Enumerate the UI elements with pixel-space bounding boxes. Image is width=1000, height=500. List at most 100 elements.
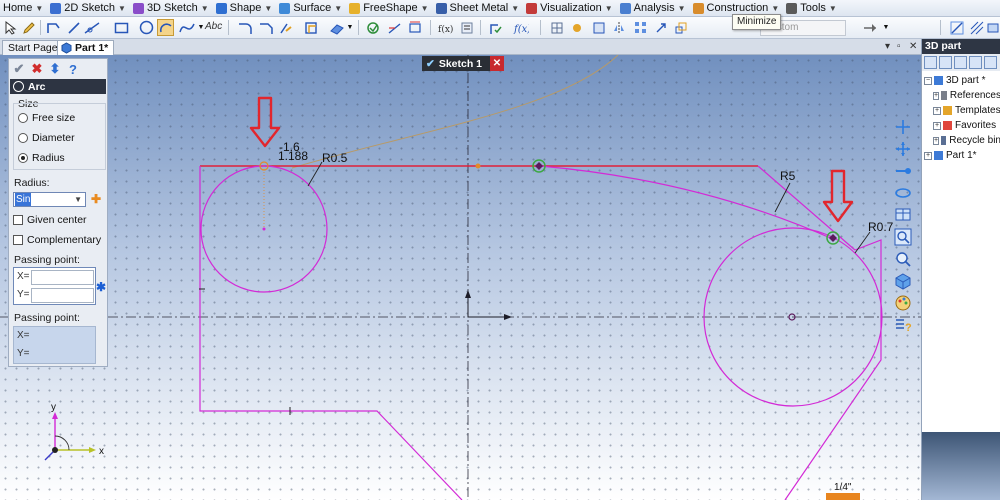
tree-tool-icon[interactable] [984, 56, 997, 69]
menu-item-tools[interactable]: Tools ▼ [783, 0, 841, 17]
transform-icon[interactable] [652, 19, 669, 36]
measure-icon[interactable] [948, 19, 965, 36]
snap-icon[interactable] [568, 19, 585, 36]
sketch-label[interactable]: ✔ Sketch 1 ✕ [422, 56, 504, 71]
tree-tool-icon[interactable] [939, 56, 952, 69]
expand-icon[interactable]: + [924, 151, 932, 160]
polyline-icon[interactable] [45, 19, 62, 36]
arc-icon[interactable] [157, 19, 174, 36]
table-view-icon[interactable] [893, 205, 913, 225]
tab-part-1[interactable]: Part 1* [57, 40, 115, 55]
menu-dropdown-icon[interactable]: ▼ [264, 4, 272, 13]
grid-icon[interactable] [548, 19, 565, 36]
menu-dropdown-icon[interactable]: ▼ [334, 4, 342, 13]
add-variable-icon[interactable]: ✚ [91, 192, 101, 206]
sketch-canvas[interactable]: -1.6 1.188 R0.5 R5 R0.7 y x 1/4" ? [0, 55, 921, 500]
project-icon[interactable] [328, 19, 345, 36]
pin-panel-icon[interactable]: ⬍ [48, 61, 62, 77]
pp2-y-input[interactable] [31, 347, 94, 362]
pattern-icon[interactable] [632, 19, 649, 36]
menu-dropdown-icon[interactable]: ▼ [511, 4, 519, 13]
tree-item[interactable]: + Part 1* [922, 148, 1000, 163]
pp2-x-input[interactable] [31, 329, 94, 344]
trim-icon[interactable] [277, 19, 294, 36]
radio-radius[interactable]: Radius [18, 152, 65, 164]
rectangle-icon[interactable] [113, 19, 130, 36]
pencil-icon[interactable] [20, 19, 37, 36]
equation-icon[interactable]: f(x) [436, 19, 453, 36]
variables-icon[interactable] [458, 19, 475, 36]
menu-dropdown-icon[interactable]: ▼ [201, 4, 209, 13]
pin-icon[interactable] [862, 19, 879, 36]
tangent-line-icon[interactable] [83, 19, 100, 36]
zoom-icon[interactable] [893, 227, 913, 247]
menu-dropdown-icon[interactable]: ▼ [771, 4, 779, 13]
menu-dropdown-icon[interactable]: ▼ [678, 4, 686, 13]
pick-point-icon[interactable]: ✱ [96, 280, 106, 294]
tab-close-icon[interactable]: ✕ [909, 41, 917, 52]
hatch-icon[interactable] [968, 19, 985, 36]
move-icon[interactable] [893, 139, 913, 159]
tree-item[interactable]: + Favorites [922, 118, 1000, 133]
menu-dropdown-icon[interactable]: ▼ [829, 4, 837, 13]
select-arrow-icon[interactable] [2, 19, 19, 36]
constraint-icon[interactable] [364, 19, 381, 36]
menu-dropdown-icon[interactable]: ▼ [605, 4, 613, 13]
crosshair-icon[interactable] [893, 117, 913, 137]
orbit-icon[interactable] [893, 183, 913, 203]
menu-item-3d-sketch[interactable]: 3D Sketch ▼ [130, 0, 213, 17]
tree-tool-icon[interactable] [924, 56, 937, 69]
profile-right[interactable] [784, 239, 882, 500]
expand-icon[interactable]: − [924, 76, 932, 85]
spline-icon[interactable] [178, 19, 195, 36]
tab-restore-icon[interactable]: ▫ [897, 41, 901, 52]
line-icon[interactable] [65, 19, 82, 36]
tree-tool-icon[interactable] [954, 56, 967, 69]
view-cube-icon[interactable] [893, 271, 913, 291]
menu-dropdown-icon[interactable]: ▼ [421, 4, 429, 13]
circle-icon[interactable] [138, 19, 155, 36]
menu-item-freeshape[interactable]: FreeShape ▼ [346, 0, 432, 17]
profile-left[interactable] [199, 166, 463, 500]
ok-check-icon[interactable]: ✔ [12, 61, 26, 77]
help-list-icon[interactable]: ? [893, 315, 913, 335]
project-dropdown-icon[interactable]: ▼ [346, 19, 354, 36]
chevron-down-icon[interactable]: ▼ [74, 193, 82, 206]
menu-item-shape[interactable]: Shape ▼ [213, 0, 277, 17]
view-sketch-icon[interactable] [590, 19, 607, 36]
menu-item-home[interactable]: Home ▼ [0, 0, 47, 17]
dimension-icon[interactable] [386, 19, 403, 36]
mirror-icon[interactable] [610, 19, 627, 36]
expand-icon[interactable]: + [933, 106, 941, 115]
r07-label[interactable]: R0.7 [868, 220, 894, 234]
tree-item[interactable]: − 3D part * [922, 73, 1000, 88]
menu-dropdown-icon[interactable]: ▼ [35, 4, 43, 13]
menu-item-sheet-metal[interactable]: Sheet Metal ▼ [433, 0, 524, 17]
fillet-icon[interactable] [236, 19, 253, 36]
tree-item[interactable]: + References [922, 88, 1000, 103]
radio-dot[interactable] [18, 113, 28, 123]
radio-free-size[interactable]: Free size [18, 112, 75, 124]
profile-chamfer[interactable] [757, 165, 856, 251]
help-icon[interactable]: ? [66, 62, 80, 77]
palette-icon[interactable] [893, 293, 913, 313]
close-sketch-icon[interactable]: ✕ [490, 56, 504, 71]
text-tool-label[interactable]: Abc [205, 21, 222, 32]
menu-item-visualization[interactable]: Visualization ▼ [523, 0, 616, 17]
zoom-fit-icon[interactable] [893, 249, 913, 269]
tree-tool-icon[interactable] [969, 56, 982, 69]
tree-item[interactable]: + Templates [922, 103, 1000, 118]
radius-select[interactable]: Sin ▼ [13, 192, 86, 207]
checkbox-box[interactable] [13, 235, 23, 245]
chamfer-icon[interactable] [257, 19, 274, 36]
tree-item[interactable]: + Recycle bin [922, 133, 1000, 148]
expand-icon[interactable]: + [933, 136, 940, 145]
auto-dimension-icon[interactable] [407, 19, 424, 36]
pp1-x-input[interactable] [31, 270, 94, 285]
expand-icon[interactable]: + [933, 121, 941, 130]
radio-diameter[interactable]: Diameter [18, 132, 75, 144]
radio-dot[interactable] [18, 133, 28, 143]
pp1-y-input[interactable] [31, 288, 94, 303]
scale-icon[interactable] [672, 19, 689, 36]
sketch-check-icon[interactable] [486, 19, 503, 36]
